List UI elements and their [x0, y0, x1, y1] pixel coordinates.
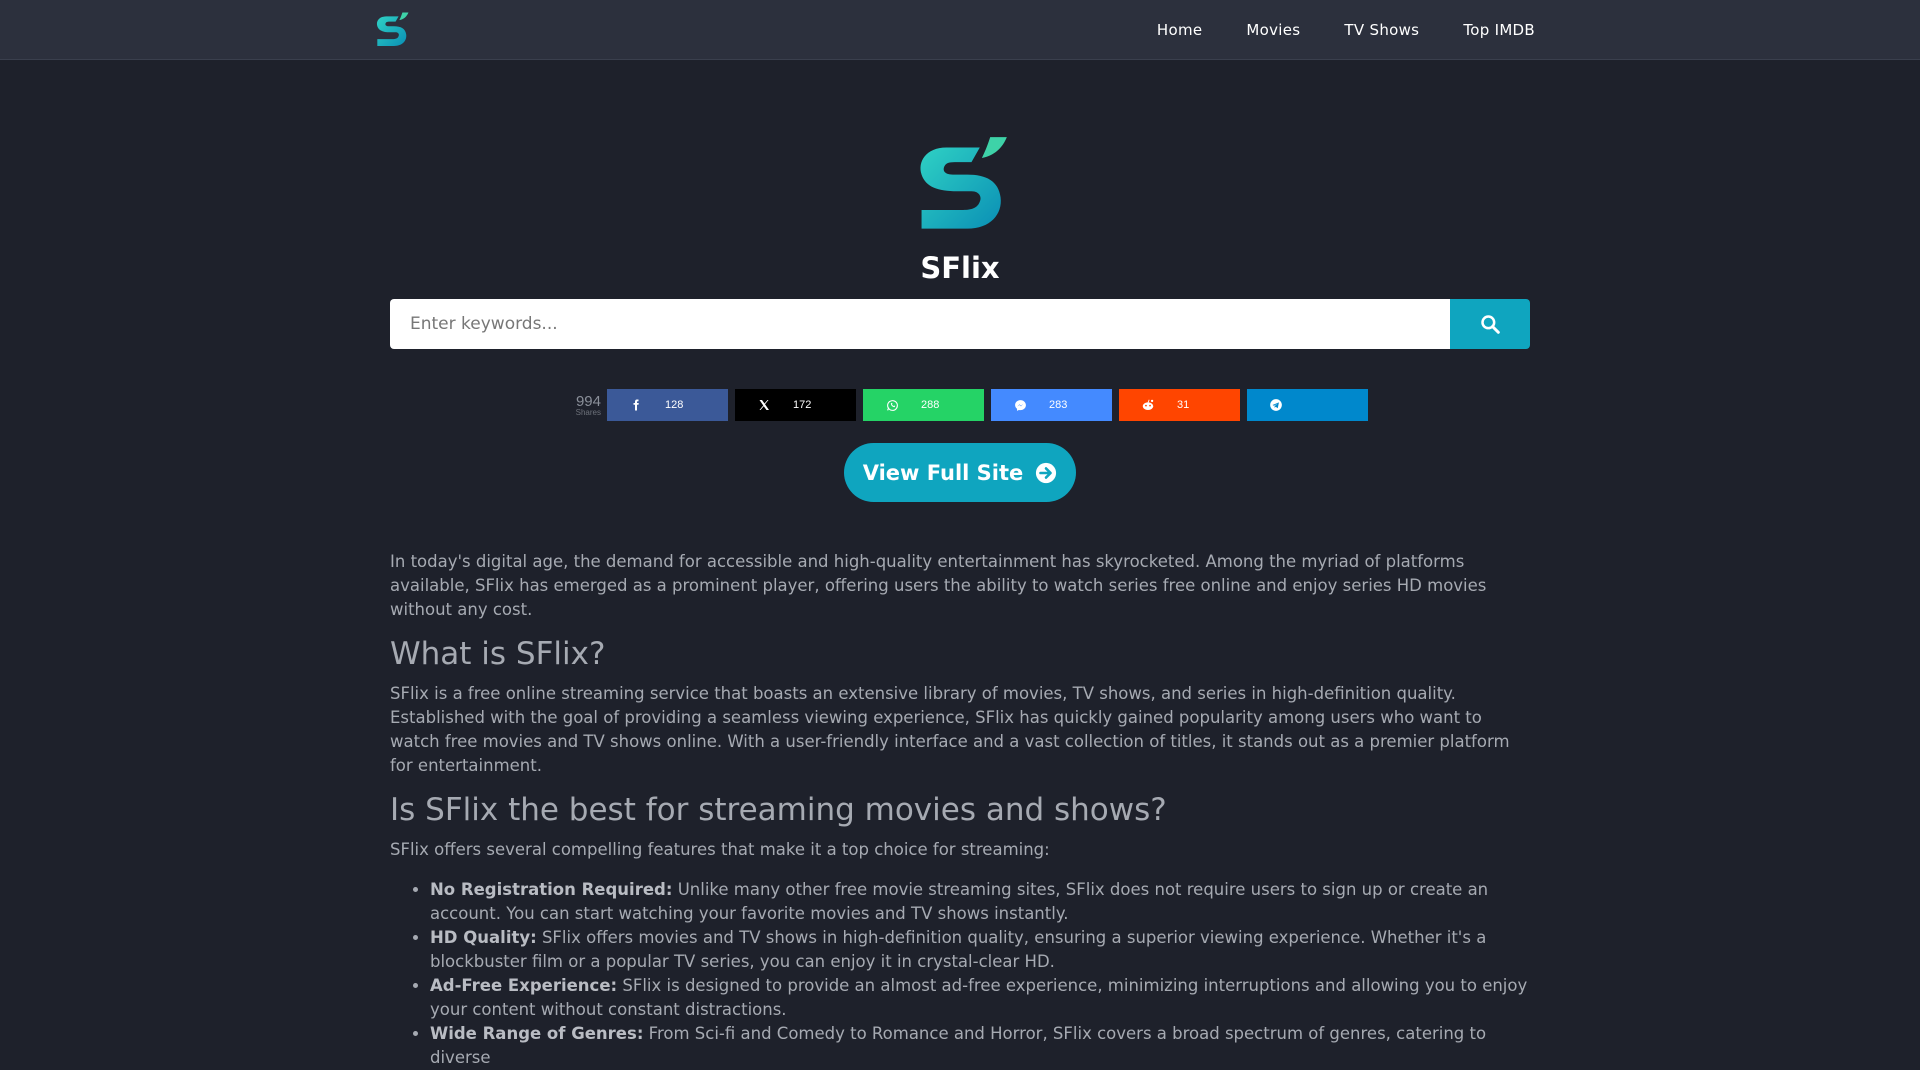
share-bar: 994 Shares 128 172 288 283 31	[563, 389, 1375, 421]
site-title: SFlix	[920, 251, 1000, 285]
arrow-circle-right-icon	[1036, 462, 1057, 483]
search-bar	[390, 299, 1530, 349]
heading-what-is-sflix: What is SFlix?	[390, 636, 606, 672]
share-count: 172	[793, 399, 812, 411]
share-total-label: Shares	[575, 407, 601, 417]
share-count: 31	[1177, 399, 1190, 411]
list-item: No Registration Required: Unlike many ot…	[430, 878, 1535, 926]
share-reddit-button[interactable]: 31	[1119, 389, 1240, 421]
messenger-icon	[991, 399, 1049, 412]
feature-title: HD Quality:	[430, 928, 537, 947]
reddit-icon	[1119, 398, 1177, 412]
x-icon	[735, 399, 793, 411]
feature-text: SFlix offers movies and TV shows in high…	[430, 928, 1487, 971]
feature-title: Wide Range of Genres:	[430, 1024, 644, 1043]
top-navbar: Home Movies TV Shows Top IMDB	[0, 0, 1920, 60]
list-item: HD Quality: SFlix offers movies and TV s…	[430, 926, 1535, 974]
what-is-paragraph: SFlix is a free online streaming service…	[390, 684, 1510, 775]
main-nav: Home Movies TV Shows Top IMDB	[1157, 0, 1535, 60]
intro-paragraph: In today's digital age, the demand for a…	[390, 552, 1487, 619]
view-full-site-label: View Full Site	[862, 460, 1024, 485]
share-facebook-button[interactable]: 128	[607, 389, 728, 421]
telegram-icon	[1247, 398, 1305, 412]
feature-title: No Registration Required:	[430, 880, 673, 899]
search-button[interactable]	[1450, 299, 1530, 349]
share-total-count: 994	[575, 392, 601, 410]
whatsapp-icon	[863, 399, 921, 412]
share-whatsapp-button[interactable]: 288	[863, 389, 984, 421]
view-full-site-button[interactable]: View Full Site	[844, 443, 1076, 502]
features-list: No Registration Required: Unlike many ot…	[430, 878, 1535, 1070]
nav-tv-shows[interactable]: TV Shows	[1344, 21, 1419, 39]
share-total: 994 Shares	[563, 394, 601, 417]
sflix-logo-icon[interactable]	[372, 10, 410, 50]
share-messenger-button[interactable]: 283	[991, 389, 1112, 421]
nav-movies[interactable]: Movies	[1246, 21, 1300, 39]
list-item: Ad-Free Experience: SFlix is designed to…	[430, 974, 1535, 1022]
share-x-button[interactable]: 172	[735, 389, 856, 421]
search-icon	[1481, 315, 1500, 334]
nav-home[interactable]: Home	[1157, 21, 1203, 39]
list-item: Wide Range of Genres: From Sci-fi and Co…	[430, 1022, 1535, 1070]
article-content: In today's digital age, the demand for a…	[390, 550, 1535, 1070]
feature-title: Ad-Free Experience:	[430, 976, 618, 995]
share-telegram-button[interactable]	[1247, 389, 1368, 421]
sflix-logo-icon	[920, 137, 1007, 229]
search-input[interactable]	[390, 299, 1450, 349]
nav-top-imdb[interactable]: Top IMDB	[1463, 21, 1535, 39]
share-count: 128	[665, 399, 684, 411]
share-count: 288	[921, 399, 940, 411]
share-count: 283	[1049, 399, 1068, 411]
facebook-icon	[607, 399, 665, 411]
heading-is-sflix-best: Is SFlix the best for streaming movies a…	[390, 792, 1167, 828]
best-paragraph: SFlix offers several compelling features…	[390, 840, 1050, 859]
